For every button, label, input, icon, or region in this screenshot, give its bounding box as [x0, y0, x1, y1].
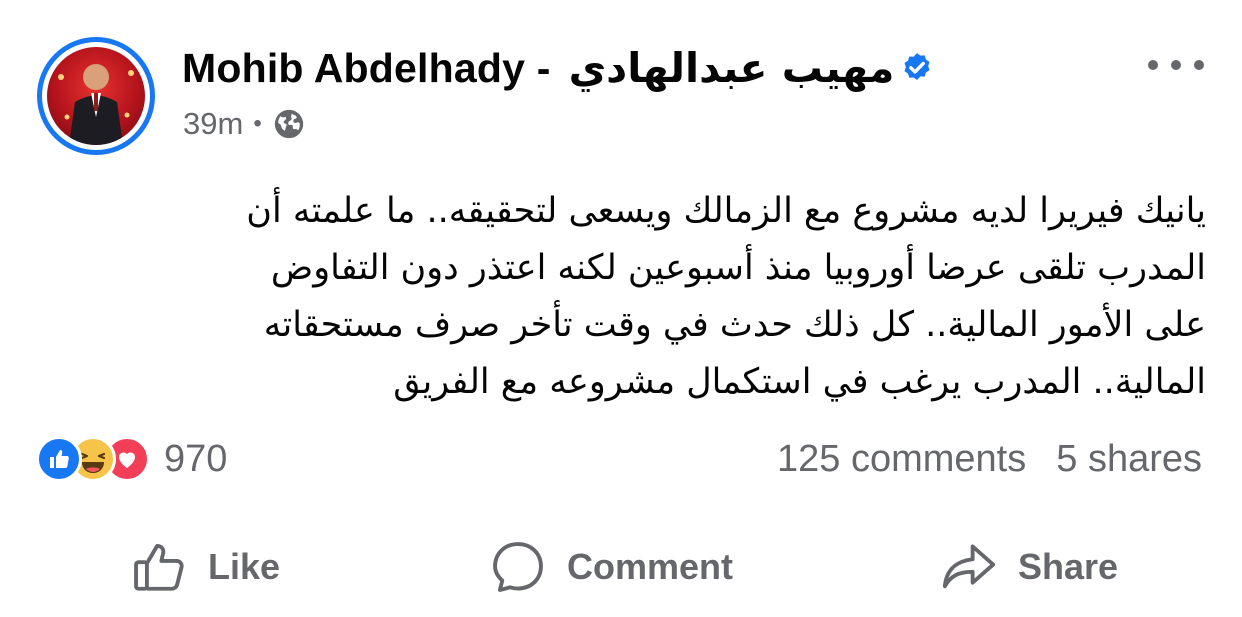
post-meta: 39m • [183, 106, 306, 142]
meta-separator: • [253, 110, 262, 137]
comment-bubble-icon [493, 542, 543, 592]
comment-label: Comment [567, 546, 734, 587]
dot-icon [1171, 60, 1181, 70]
author-name-arabic[interactable]: مهيب عبدالهادي [569, 44, 895, 92]
dot-icon [1194, 60, 1204, 70]
dot-icon [1148, 60, 1158, 70]
action-bar: Like Comment Share [0, 530, 1242, 602]
share-button[interactable]: Share [940, 538, 1118, 596]
more-options-button[interactable] [1148, 50, 1204, 80]
comment-button[interactable]: Comment [489, 538, 733, 596]
author-name-latin[interactable]: Mohib Abdelhady - [182, 45, 551, 92]
share-arrow-icon [942, 544, 996, 589]
like-button[interactable]: Like [130, 538, 280, 596]
reactions-summary[interactable]: 970 [36, 436, 227, 482]
avatar-image [47, 47, 145, 145]
author-avatar[interactable] [37, 37, 155, 155]
reaction-count[interactable]: 970 [164, 438, 227, 481]
facebook-post: Mohib Abdelhady - مهيب عبدالهادي 39m • ي… [0, 0, 1242, 617]
post-body-text: يانيك فيريرا لديه مشروع مع الزمالك ويسعى… [246, 191, 1206, 402]
thumbs-up-icon [134, 544, 184, 591]
share-label: Share [1018, 546, 1119, 587]
globe-icon[interactable] [272, 107, 306, 141]
author-name-row[interactable]: Mohib Abdelhady - مهيب عبدالهادي [182, 44, 934, 92]
like-reaction-icon [36, 436, 82, 482]
comments-count[interactable]: 125 comments [777, 438, 1026, 481]
like-label: Like [208, 546, 281, 587]
shares-count[interactable]: 5 shares [1056, 438, 1202, 481]
verified-badge-icon [904, 53, 930, 81]
engagement-counts: 125 comments 5 shares [777, 438, 1202, 481]
post-timestamp[interactable]: 39m [183, 106, 243, 142]
